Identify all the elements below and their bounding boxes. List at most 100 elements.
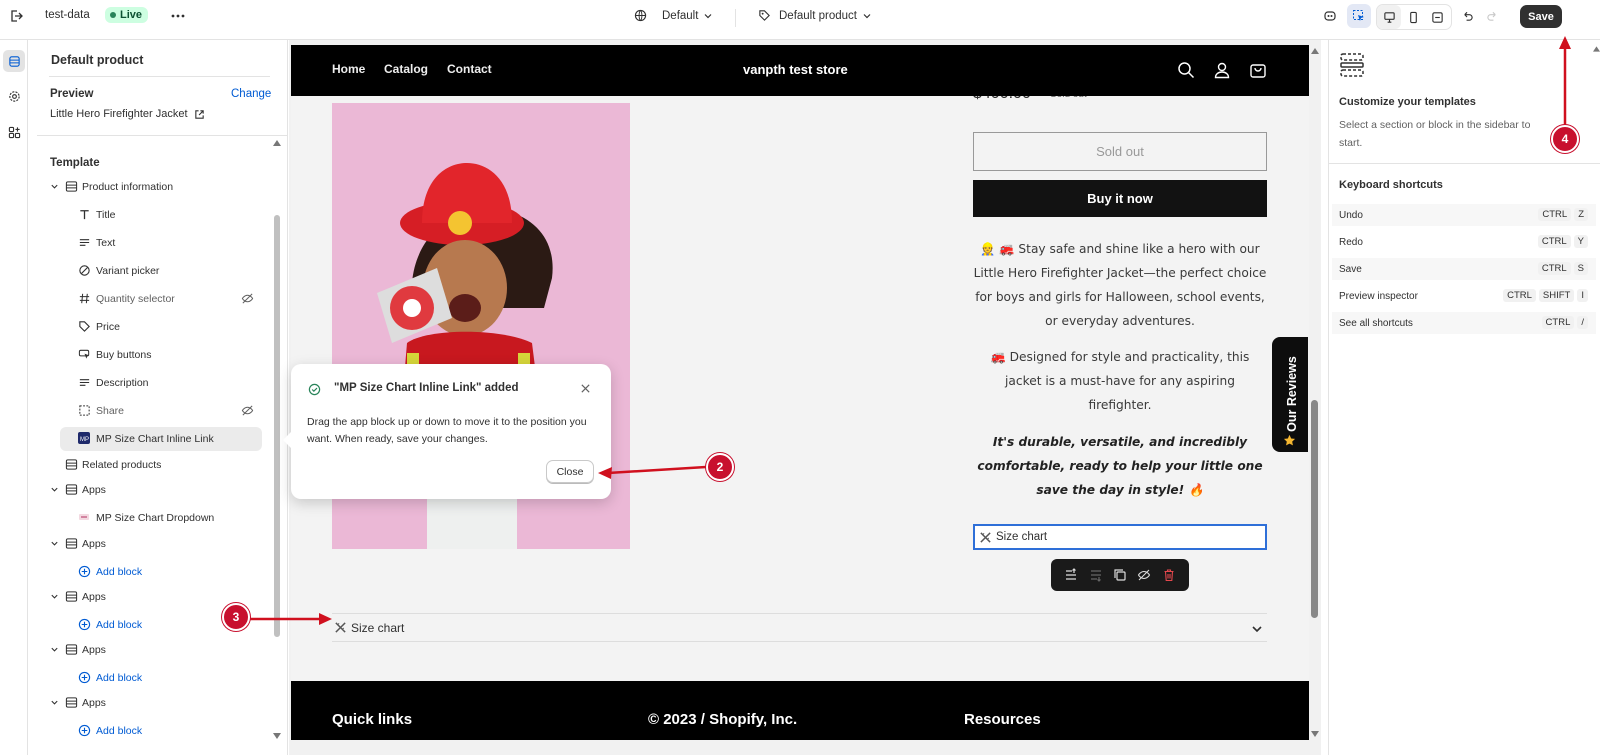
fullscreen-icon[interactable]: [1425, 5, 1449, 29]
key: Z: [1574, 208, 1588, 221]
close-icon[interactable]: [580, 383, 591, 394]
hide-icon[interactable]: [1137, 568, 1151, 582]
section-icon: [65, 484, 78, 495]
scroll-down-icon[interactable]: [1311, 731, 1319, 737]
cart-icon[interactable]: [1249, 61, 1267, 79]
add-block-button[interactable]: Add block: [65, 666, 287, 690]
more-actions-icon[interactable]: [166, 4, 190, 28]
ruler-icon: [980, 531, 991, 543]
tree-label: Product information: [82, 181, 174, 193]
tree-block-text[interactable]: Text: [65, 231, 287, 255]
preview-scrollbar[interactable]: [1309, 45, 1321, 740]
chevron-down-icon: [1252, 626, 1262, 633]
tree-block-variant-picker[interactable]: Variant picker: [65, 259, 287, 283]
undo-icon[interactable]: [1455, 4, 1479, 28]
footer-quick-links: Quick links: [332, 711, 413, 728]
tree-label: Buy buttons: [96, 349, 152, 361]
buy-it-now-button[interactable]: Buy it now: [973, 180, 1267, 217]
block-toolbar: [1051, 559, 1189, 591]
search-icon[interactable]: [1177, 61, 1195, 79]
check-circle-icon: [308, 383, 321, 396]
template-selector[interactable]: Default product: [758, 9, 872, 22]
size-chart-inline-link[interactable]: Size chart: [973, 524, 1267, 550]
tree-label: Variant picker: [96, 265, 160, 277]
store-name: test-data: [45, 9, 90, 21]
tree-label: MP Size Chart Dropdown: [96, 512, 215, 524]
save-button[interactable]: Save: [1520, 5, 1562, 28]
tree-section-apps[interactable]: Apps: [47, 691, 277, 715]
shortcut-row: See all shortcuts CTRL /: [1332, 312, 1596, 334]
tree-block-mp-size-chart-inline-link[interactable]: MP MP Size Chart Inline Link: [60, 427, 262, 451]
sections-icon[interactable]: [3, 50, 25, 72]
shortcuts-heading: Keyboard shortcuts: [1339, 179, 1443, 191]
tree-section-apps[interactable]: Apps: [47, 638, 277, 662]
apps-icon[interactable]: [3, 121, 25, 143]
tree-section-apps[interactable]: Apps: [47, 478, 277, 502]
nav-catalog[interactable]: Catalog: [384, 62, 428, 76]
tree-block-buy-buttons[interactable]: Buy buttons: [65, 343, 287, 367]
change-preview-link[interactable]: Change: [231, 88, 271, 100]
tree-label: Apps: [82, 538, 106, 550]
tree-block-title[interactable]: Title: [65, 203, 287, 227]
scroll-down-icon[interactable]: [273, 733, 281, 740]
move-up-icon[interactable]: [1064, 568, 1078, 582]
move-down-icon[interactable]: [1089, 568, 1103, 582]
key: S: [1573, 262, 1588, 275]
add-block-button[interactable]: Add block: [65, 719, 287, 743]
tree-block-description[interactable]: Description: [65, 371, 287, 395]
redo-icon[interactable]: [1480, 4, 1504, 28]
inspector-icon[interactable]: [1347, 4, 1371, 28]
scroll-up-icon[interactable]: [1311, 48, 1319, 54]
sidebar-scrollbar[interactable]: [274, 215, 280, 637]
delete-icon[interactable]: [1162, 568, 1176, 582]
sidebar-title: Default product: [51, 53, 144, 67]
tree-section-apps[interactable]: Apps: [47, 532, 277, 556]
settings-gear-icon[interactable]: [3, 85, 25, 107]
tree-label: Add block: [96, 672, 143, 684]
theme-selector[interactable]: Default: [634, 9, 713, 22]
size-chart-dropdown[interactable]: Size chart: [332, 613, 1267, 642]
scroll-up-icon[interactable]: [1593, 46, 1600, 52]
divider: [49, 76, 270, 77]
add-block-button[interactable]: Add block: [65, 560, 287, 584]
preview-scroll-thumb[interactable]: [1311, 400, 1318, 618]
chevron-down-icon: [705, 13, 712, 18]
tree-block-price[interactable]: Price: [65, 315, 287, 339]
scroll-up-icon[interactable]: [273, 139, 281, 146]
nav-home[interactable]: Home: [332, 62, 365, 76]
preview-product-link[interactable]: Little Hero Firefighter Jacket: [50, 108, 205, 120]
account-icon[interactable]: [1213, 61, 1231, 79]
duplicate-icon[interactable]: [1113, 568, 1127, 582]
eye-hidden-icon[interactable]: [241, 292, 254, 305]
plus-circle-icon: [78, 565, 91, 578]
exit-icon[interactable]: [4, 4, 28, 28]
tree-block-share[interactable]: Share: [65, 399, 287, 423]
mobile-icon[interactable]: [1401, 5, 1425, 29]
close-button[interactable]: Close: [546, 460, 594, 483]
shortcut-label: Redo: [1339, 236, 1363, 248]
tree-block-quantity-selector[interactable]: Quantity selector: [65, 287, 287, 311]
text-lines-icon: [79, 379, 90, 386]
shortcut-label: Undo: [1339, 209, 1363, 221]
share-frame-icon: [79, 405, 90, 416]
key: I: [1577, 289, 1588, 302]
preview-product-name: Little Hero Firefighter Jacket: [50, 108, 188, 120]
tree-section-related-products[interactable]: Related products: [47, 453, 277, 477]
desktop-icon[interactable]: [1377, 5, 1401, 29]
block-added-popover: "MP Size Chart Inline Link" added Drag t…: [283, 364, 611, 499]
store-title[interactable]: vanpth test store: [743, 62, 848, 77]
sold-out-button[interactable]: Sold out: [973, 132, 1267, 171]
add-block-button[interactable]: Add block: [65, 613, 287, 637]
section-icon: [65, 181, 78, 192]
tree-section-product-information[interactable]: Product information: [47, 175, 277, 199]
nav-contact[interactable]: Contact: [447, 62, 492, 76]
key: CTRL: [1503, 289, 1536, 302]
eye-hidden-icon[interactable]: [241, 404, 254, 417]
ai-icon[interactable]: [1318, 4, 1342, 28]
reviews-tab[interactable]: Our Reviews: [1272, 337, 1308, 452]
tree-label: Apps: [82, 591, 106, 603]
chevron-down-icon: [51, 700, 58, 705]
tree-block-mp-size-chart-dropdown[interactable]: MP Size Chart Dropdown: [65, 506, 287, 530]
description-paragraph: 👷 🚒 Stay safe and shine like a hero with…: [973, 242, 1267, 328]
annotation-marker: 2: [706, 453, 734, 481]
